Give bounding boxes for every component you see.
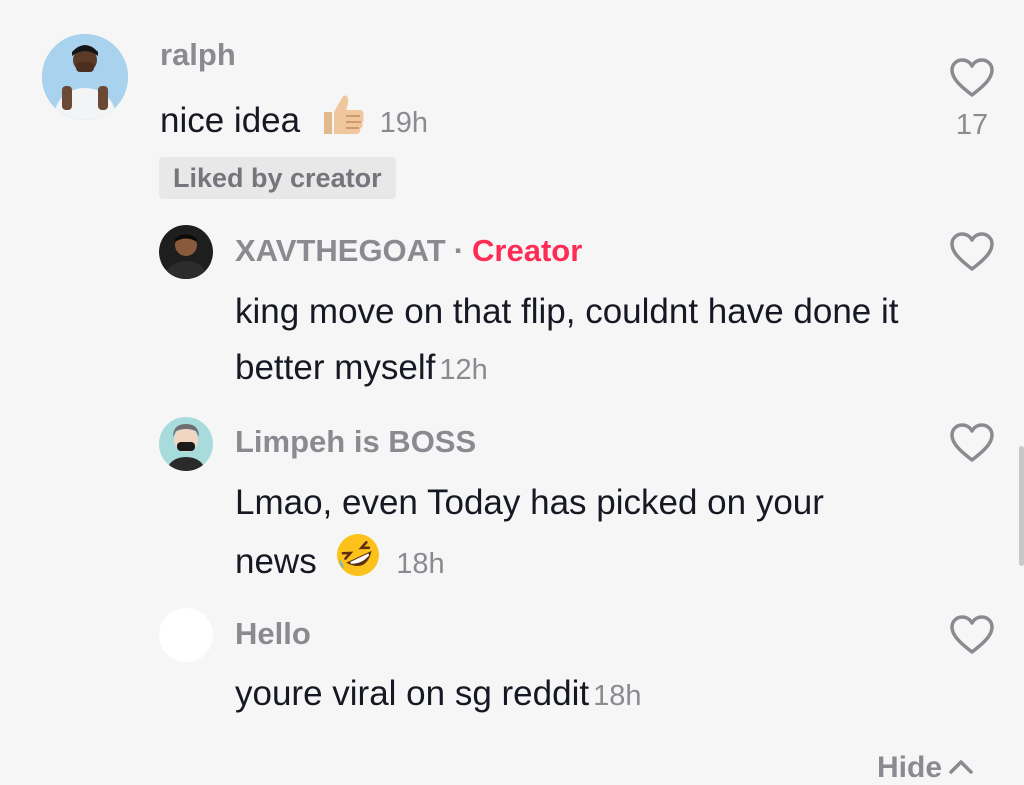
comment-text: Lmao, even Today has picked on your news… xyxy=(235,475,915,596)
chevron-up-icon xyxy=(948,749,974,783)
comment-timestamp: 18h xyxy=(396,548,445,580)
avatar[interactable] xyxy=(159,225,213,279)
like-heart-icon[interactable] xyxy=(949,57,995,99)
like-heart-icon[interactable] xyxy=(949,231,995,273)
avatar[interactable] xyxy=(159,417,213,471)
creator-label: Creator xyxy=(472,233,583,268)
comment-text: king move on that flip, couldnt have don… xyxy=(235,284,915,398)
comment-body: Lmao, even Today has picked on your news xyxy=(235,483,824,581)
comment-timestamp: 12h xyxy=(439,354,488,386)
comment-timestamp: 19h xyxy=(379,107,428,139)
comment-username[interactable]: Limpeh is BOSS xyxy=(235,424,476,460)
comment-username-row: XAVTHEGOAT · Creator xyxy=(235,233,582,269)
comment-body: youre viral on sg reddit xyxy=(235,674,590,713)
like-heart-icon[interactable] xyxy=(949,422,995,464)
hide-label: Hide xyxy=(877,751,943,784)
like-heart-icon[interactable] xyxy=(949,614,995,656)
comment-text: youre viral on sg reddit 18h xyxy=(235,666,641,724)
avatar[interactable] xyxy=(159,608,213,662)
liked-by-creator-badge: Liked by creator xyxy=(159,157,396,199)
rolling-on-floor-laughing-emoji-icon xyxy=(334,531,382,596)
comment-username[interactable]: XAVTHEGOAT xyxy=(235,233,446,268)
hide-replies-button[interactable]: Hide xyxy=(877,749,974,785)
separator-dot: · xyxy=(453,233,465,268)
like-count: 17 xyxy=(955,109,989,141)
avatar[interactable] xyxy=(42,34,128,120)
comment-timestamp: 18h xyxy=(593,680,642,712)
comment-username[interactable]: Hello xyxy=(235,616,311,652)
thumbs-up-emoji-icon xyxy=(318,90,366,155)
comment-text: nice idea 19h xyxy=(160,90,428,155)
comment-body: king move on that flip, couldnt have don… xyxy=(235,292,899,387)
scrollbar[interactable] xyxy=(1019,446,1024,566)
comment-username[interactable]: ralph xyxy=(160,37,236,73)
comment-body: nice idea xyxy=(160,101,301,140)
